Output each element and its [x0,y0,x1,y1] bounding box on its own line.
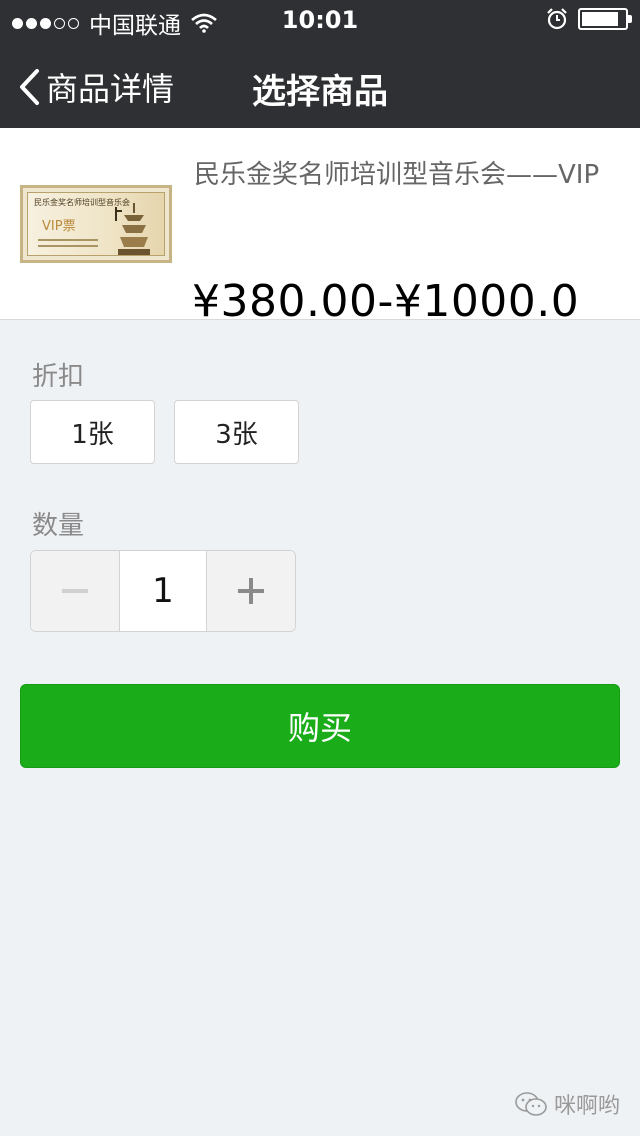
status-bar: 中国联通 10:01 [0,0,640,40]
nav-bar: 商品详情 选择商品 [0,40,640,128]
product-price: ¥380.00-¥1000.0 [192,276,580,320]
quantity-label: 数量 [32,511,85,541]
discount-option-1[interactable]: 1张 [30,400,155,464]
alarm-icon [547,8,567,30]
product-card: 民乐金奖名师培训型音乐会 VIP票 民乐金奖名师培训型音乐会——VIP ¥380… [0,128,640,320]
watermark: 咪啊哟 [514,1088,620,1120]
wechat-icon [515,1092,547,1116]
discount-label: 折扣 [32,362,85,392]
buy-button[interactable]: 购买 [20,684,620,768]
product-title: 民乐金奖名师培训型音乐会——VIP [194,160,600,190]
status-time: 10:01 [281,6,359,34]
pagoda-icon [115,203,150,255]
battery-icon [578,8,632,30]
quantity-stepper: 1 [30,550,296,632]
plus-icon [238,578,264,604]
page-title: 选择商品 [252,72,388,112]
discount-option-3[interactable]: 3张 [174,400,299,464]
increment-button[interactable] [207,551,295,631]
quantity-value[interactable]: 1 [119,551,207,631]
status-right [546,8,632,30]
product-thumbnail[interactable]: 民乐金奖名师培训型音乐会 VIP票 [20,185,172,263]
minus-icon [62,589,88,593]
decrement-button[interactable] [31,551,119,631]
watermark-text: 咪啊哟 [553,1094,620,1119]
thumbnail-badge: VIP票 [42,219,76,234]
